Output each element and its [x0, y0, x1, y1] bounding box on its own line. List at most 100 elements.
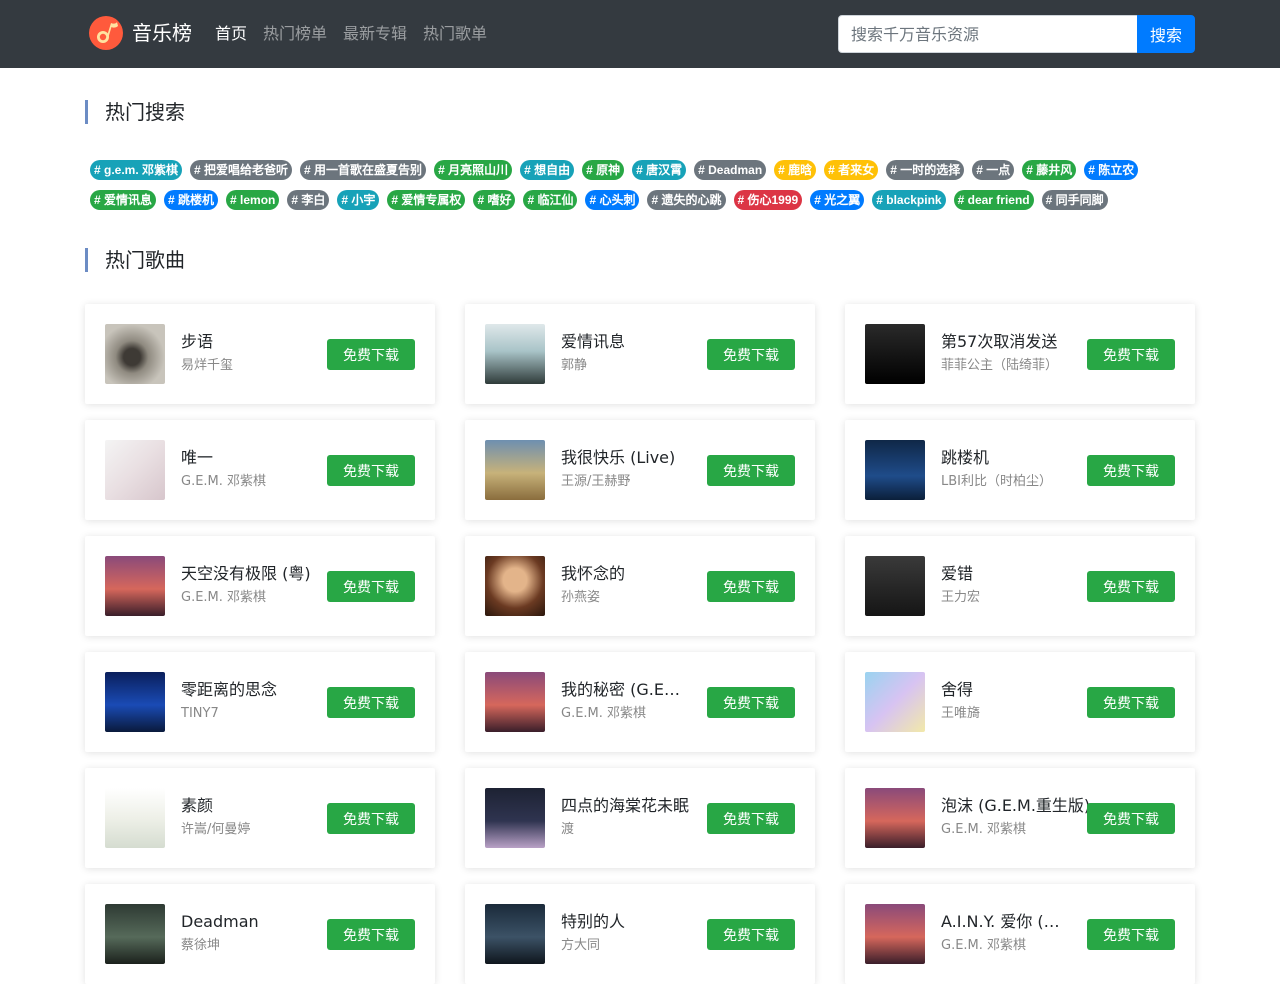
hot-search-tag[interactable]: # 唐汉霄 — [632, 160, 687, 180]
song-artist[interactable]: 蔡徐坤 — [181, 937, 305, 955]
album-cover[interactable] — [485, 324, 545, 384]
nav-link-home[interactable]: 首页 — [215, 22, 247, 46]
song-artist[interactable]: G.E.M. 邓紫棋 — [941, 821, 1065, 839]
song-artist[interactable]: 易烊千玺 — [181, 357, 305, 375]
album-cover[interactable] — [865, 904, 925, 964]
album-cover[interactable] — [105, 904, 165, 964]
hot-search-tag[interactable]: # 心头刺 — [585, 190, 640, 210]
song-artist[interactable]: 菲菲公主（陆绮菲） — [941, 357, 1065, 375]
album-cover[interactable] — [865, 788, 925, 848]
free-download-button[interactable]: 免费下载 — [327, 803, 415, 834]
song-title[interactable]: 天空没有极限 (粤) — [181, 564, 311, 584]
song-title[interactable]: 爱错 — [941, 564, 1065, 584]
album-cover[interactable] — [105, 440, 165, 500]
hot-search-tag[interactable]: # 月亮照山川 — [434, 160, 513, 180]
album-cover[interactable] — [105, 556, 165, 616]
song-title[interactable]: 舍得 — [941, 680, 1065, 700]
hot-search-tag[interactable]: # 李白 — [287, 190, 330, 210]
song-artist[interactable]: G.E.M. 邓紫棋 — [561, 705, 685, 723]
hot-search-tag[interactable]: # 陈立农 — [1084, 160, 1139, 180]
hot-search-tag[interactable]: # 原神 — [582, 160, 625, 180]
hot-search-tag[interactable]: # 者来女 — [824, 160, 879, 180]
free-download-button[interactable]: 免费下载 — [327, 455, 415, 486]
song-artist[interactable]: 王源/王赫野 — [561, 473, 685, 491]
nav-link-hot-charts[interactable]: 热门榜单 — [263, 22, 327, 46]
song-artist[interactable]: 王唯旖 — [941, 705, 1065, 723]
song-title[interactable]: 特别的人 — [561, 912, 685, 932]
hot-search-tag[interactable]: # 藤井风 — [1022, 160, 1077, 180]
song-artist[interactable]: 孙燕姿 — [561, 589, 685, 607]
song-artist[interactable]: 渡 — [561, 821, 685, 839]
album-cover[interactable] — [485, 788, 545, 848]
hot-search-tag[interactable]: # 爱情专属权 — [387, 190, 466, 210]
hot-search-tag[interactable]: # 同手同脚 — [1041, 190, 1108, 210]
hot-search-tag[interactable]: # 鹿晗 — [774, 160, 817, 180]
song-title[interactable]: A.I.N.Y. 爱你 (G.E.M.重生版) — [941, 912, 1065, 932]
song-artist[interactable]: G.E.M. 邓紫棋 — [181, 589, 305, 607]
hot-search-tag[interactable]: # 用一首歌在盛夏告别 — [300, 160, 427, 180]
song-artist[interactable]: LBI利比（时柏尘） — [941, 473, 1065, 491]
free-download-button[interactable]: 免费下载 — [707, 571, 795, 602]
free-download-button[interactable]: 免费下载 — [707, 455, 795, 486]
free-download-button[interactable]: 免费下载 — [707, 687, 795, 718]
song-title[interactable]: 唯一 — [181, 448, 305, 468]
free-download-button[interactable]: 免费下载 — [1087, 455, 1175, 486]
hot-search-tag[interactable]: # 想自由 — [520, 160, 575, 180]
album-cover[interactable] — [485, 904, 545, 964]
hot-search-tag[interactable]: # 小宇 — [337, 190, 380, 210]
hot-search-tag[interactable]: # lemon — [226, 190, 280, 210]
song-title[interactable]: Deadman — [181, 912, 305, 932]
hot-search-tag[interactable]: # 遗失的心跳 — [647, 190, 726, 210]
hot-search-tag[interactable]: # 一时的选择 — [886, 160, 965, 180]
song-artist[interactable]: 方大同 — [561, 937, 685, 955]
song-artist[interactable]: 许嵩/何曼婷 — [181, 821, 305, 839]
song-title[interactable]: 步语 — [181, 332, 305, 352]
album-cover[interactable] — [865, 324, 925, 384]
hot-search-tag[interactable]: # 爱情讯息 — [90, 190, 157, 210]
nav-link-new-albums[interactable]: 最新专辑 — [343, 22, 407, 46]
album-cover[interactable] — [865, 440, 925, 500]
song-title[interactable]: 我的秘密 (G.E.M.重生版) — [561, 680, 685, 700]
free-download-button[interactable]: 免费下载 — [327, 687, 415, 718]
nav-link-hot-playlists[interactable]: 热门歌单 — [423, 22, 487, 46]
song-artist[interactable]: TINY7 — [181, 705, 305, 723]
song-title[interactable]: 四点的海棠花未眠 — [561, 796, 689, 816]
free-download-button[interactable]: 免费下载 — [1087, 339, 1175, 370]
free-download-button[interactable]: 免费下载 — [1087, 571, 1175, 602]
search-input[interactable] — [838, 15, 1138, 53]
hot-search-tag[interactable]: # 临江仙 — [523, 190, 578, 210]
hot-search-tag[interactable]: # dear friend — [953, 190, 1034, 210]
album-cover[interactable] — [485, 556, 545, 616]
search-button[interactable]: 搜索 — [1137, 15, 1195, 53]
hot-search-tag[interactable]: # 光之翼 — [810, 190, 865, 210]
song-artist[interactable]: G.E.M. 邓紫棋 — [941, 937, 1065, 955]
album-cover[interactable] — [865, 672, 925, 732]
song-title[interactable]: 素颜 — [181, 796, 305, 816]
hot-search-tag[interactable]: # 嗜好 — [473, 190, 516, 210]
hot-search-tag[interactable]: # 伤心1999 — [733, 190, 803, 210]
free-download-button[interactable]: 免费下载 — [707, 803, 795, 834]
free-download-button[interactable]: 免费下载 — [1087, 919, 1175, 950]
free-download-button[interactable]: 免费下载 — [1087, 687, 1175, 718]
song-title[interactable]: 泡沫 (G.E.M.重生版) — [941, 796, 1090, 816]
album-cover[interactable] — [105, 324, 165, 384]
hot-search-tag[interactable]: # Deadman — [694, 160, 767, 180]
hot-search-tag[interactable]: # blackpink — [872, 190, 946, 210]
hot-search-tag[interactable]: # g.e.m. 邓紫棋 — [90, 160, 183, 180]
song-title[interactable]: 零距离的思念 — [181, 680, 305, 700]
brand-logo-link[interactable]: 音乐榜 — [88, 15, 192, 51]
free-download-button[interactable]: 免费下载 — [1087, 803, 1175, 834]
free-download-button[interactable]: 免费下载 — [327, 339, 415, 370]
song-artist[interactable]: 王力宏 — [941, 589, 1065, 607]
song-title[interactable]: 跳楼机 — [941, 448, 1065, 468]
song-artist[interactable]: G.E.M. 邓紫棋 — [181, 473, 305, 491]
album-cover[interactable] — [865, 556, 925, 616]
free-download-button[interactable]: 免费下载 — [707, 339, 795, 370]
song-artist[interactable]: 郭静 — [561, 357, 685, 375]
free-download-button[interactable]: 免费下载 — [327, 571, 415, 602]
album-cover[interactable] — [485, 440, 545, 500]
song-title[interactable]: 爱情讯息 — [561, 332, 685, 352]
album-cover[interactable] — [105, 788, 165, 848]
album-cover[interactable] — [105, 672, 165, 732]
song-title[interactable]: 第57次取消发送 — [941, 332, 1065, 352]
